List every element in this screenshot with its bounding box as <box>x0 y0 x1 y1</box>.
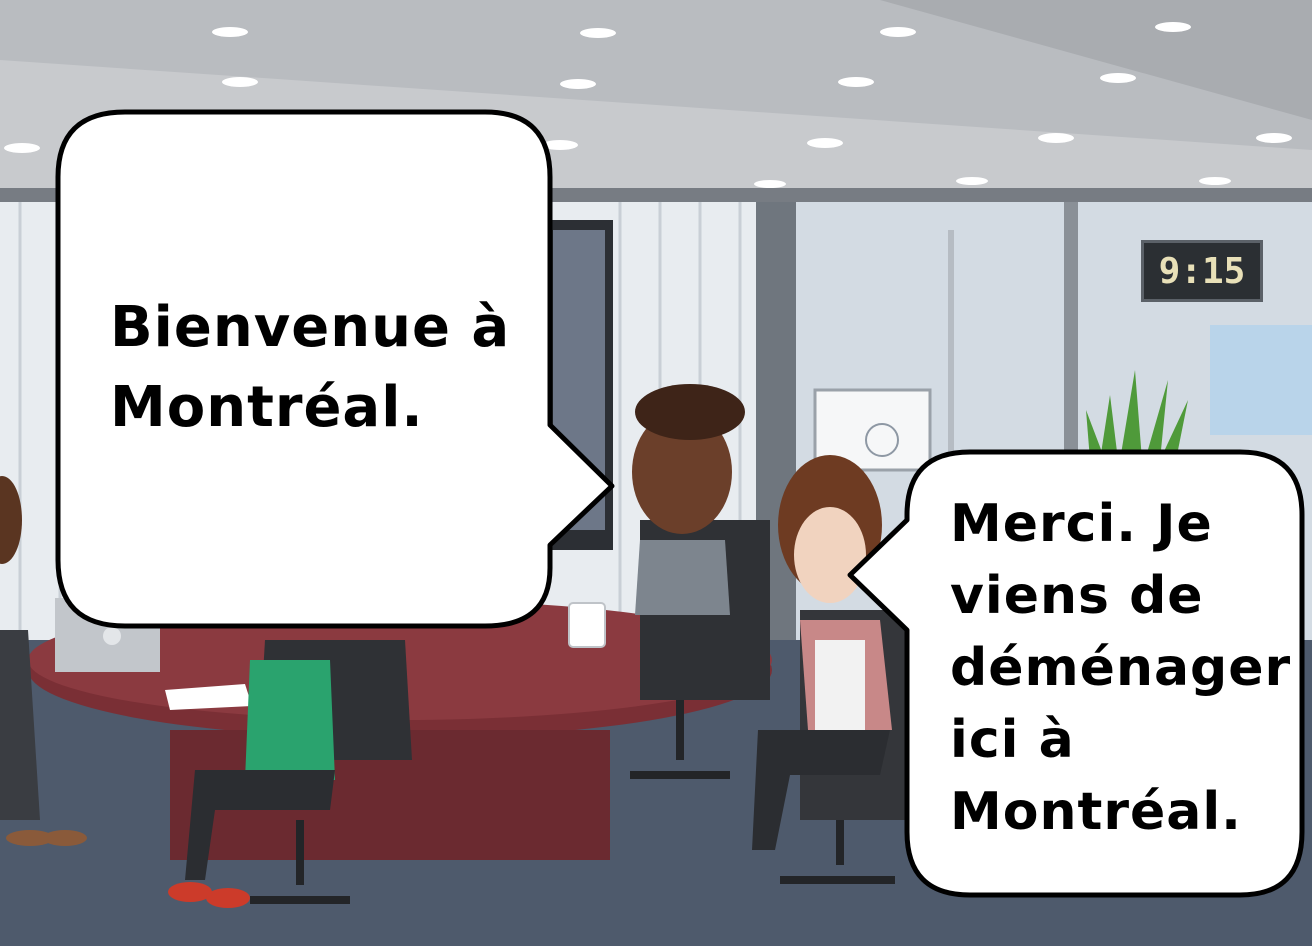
office-scene: 9:15 Bienvenue à Montréal. Merci. Je vie… <box>0 0 1312 946</box>
speech-line: Montréal. <box>950 782 1242 842</box>
speech-line: Montréal. <box>110 375 424 440</box>
speech-line: déménager <box>950 638 1292 698</box>
wall-clock: 9:15 <box>1141 240 1263 302</box>
speech-line: Bienvenue à <box>110 295 511 360</box>
speech-bubble-left-text: Bienvenue à Montréal. <box>110 288 530 448</box>
coffee-mug <box>568 602 606 648</box>
shelf <box>1210 325 1312 435</box>
clock-time: 9:15 <box>1158 250 1246 292</box>
speech-line: Merci. Je <box>950 494 1213 554</box>
speech-bubble-right-text: Merci. Je viens de déménager ici à Montr… <box>950 488 1295 848</box>
speech-line: ici à <box>950 710 1075 770</box>
laptop-logo <box>103 627 121 645</box>
speech-line: viens de <box>950 566 1204 626</box>
